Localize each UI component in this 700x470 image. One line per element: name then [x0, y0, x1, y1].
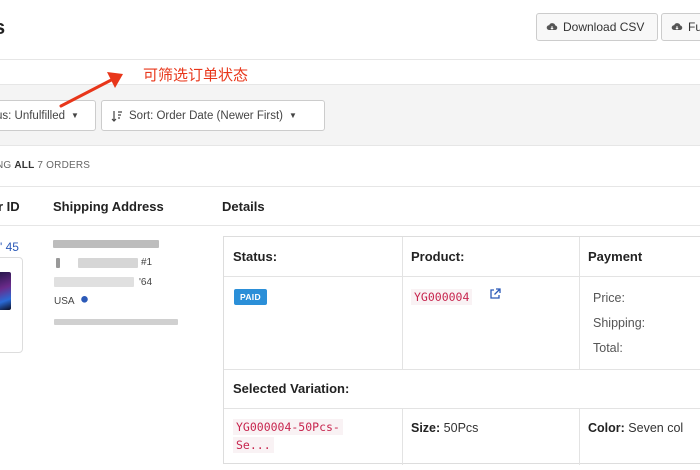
- product-code[interactable]: YG000004: [411, 289, 473, 305]
- status-badge: PAID: [234, 289, 267, 305]
- showing-suffix: ORDERS: [46, 160, 91, 171]
- annotation-arrow-icon: [59, 72, 123, 108]
- grid-divider: [224, 276, 700, 277]
- cloud-download-icon: [671, 23, 683, 30]
- second-header-button-label: Fu: [688, 20, 700, 34]
- details-header: Details: [222, 199, 265, 214]
- second-header-button[interactable]: Fu: [661, 13, 700, 41]
- selected-variation-label: Selected Variation:: [233, 381, 350, 396]
- showing-all: ALL: [14, 160, 35, 171]
- shipping-address-header: Shipping Address: [53, 199, 164, 214]
- size-field: Size: 50Pcs: [411, 421, 478, 435]
- size-label: Size:: [411, 421, 441, 435]
- sort-icon: [111, 110, 122, 122]
- size-value: 50Pcs: [443, 421, 479, 435]
- map-pin-icon[interactable]: [81, 296, 88, 306]
- order-id-link[interactable]: ' 45: [0, 240, 19, 254]
- grid-divider: [224, 408, 700, 409]
- download-csv-button[interactable]: Download CSV: [536, 13, 658, 41]
- grid-divider: [579, 237, 580, 369]
- caret-down-icon: ▼: [289, 111, 297, 120]
- grid-divider: [579, 408, 580, 465]
- product-thumbnail[interactable]: [0, 257, 23, 353]
- redacted-name: [53, 240, 159, 248]
- external-link-icon[interactable]: [489, 288, 501, 300]
- showing-prefix: NG: [0, 160, 12, 171]
- grid-divider: [224, 369, 700, 370]
- page-header: s Download CSV Fu: [0, 0, 700, 60]
- cloud-download-icon: [546, 23, 558, 30]
- product-label: Product:: [411, 249, 465, 264]
- grid-divider: [402, 237, 403, 369]
- order-details-panel: Status: Product: Payment PAID YG000004 P…: [223, 236, 700, 465]
- redacted-fragment: [56, 258, 60, 268]
- annotation-text: 可筛选订单状态: [143, 66, 249, 84]
- caret-down-icon: ▼: [71, 111, 79, 120]
- orders-page: s Download CSV Fu us: Unfulfilled ▼: [0, 0, 700, 470]
- product-image: [0, 272, 11, 310]
- color-value: Seven col: [628, 421, 684, 435]
- color-field: Color: Seven col: [588, 421, 683, 435]
- address-zip-fragment: '64: [139, 277, 153, 288]
- download-csv-label: Download CSV: [563, 20, 645, 34]
- redacted-phone: [54, 319, 178, 325]
- payment-label: Payment: [588, 249, 643, 264]
- table-header: r ID Shipping Address Details: [0, 186, 700, 226]
- variation-code-line-1: YG000004-50Pcs-: [233, 419, 343, 435]
- redacted-city: [54, 277, 134, 287]
- sort-label: Sort: Order Date (Newer First): [129, 109, 283, 122]
- status-filter-label: us: Unfulfilled: [0, 109, 66, 122]
- price-label: Price:: [593, 291, 625, 305]
- color-label: Color:: [588, 421, 625, 435]
- showing-summary: NG ALL 7 ORDERS: [0, 160, 90, 171]
- address-country: USA: [54, 296, 75, 307]
- shipping-label: Shipping:: [593, 316, 646, 330]
- order-id-header: r ID: [0, 199, 20, 214]
- address-line-suffix: #1: [141, 257, 153, 268]
- redacted-street: [78, 258, 138, 268]
- grid-divider: [402, 408, 403, 465]
- total-label: Total:: [593, 341, 623, 355]
- page-title: s: [0, 17, 5, 40]
- showing-count: 7: [37, 160, 44, 171]
- variation-code-line-2: Se...: [233, 437, 274, 453]
- status-label: Status:: [233, 249, 278, 264]
